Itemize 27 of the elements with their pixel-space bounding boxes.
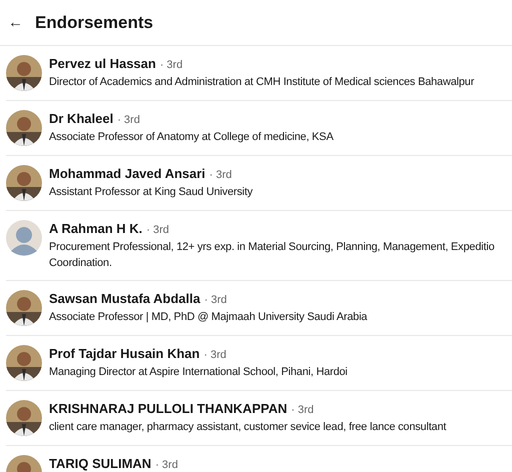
- person-name[interactable]: A Rahman H K.: [49, 220, 142, 237]
- connection-degree: · 3rd: [204, 348, 226, 363]
- headline-text: Director of Academics and Administration at CMH Institute of Medical sciences Bahawalpur: [49, 75, 474, 90]
- person-name[interactable]: Dr Khaleel: [49, 110, 114, 127]
- connection-degree: · 3rd: [146, 223, 170, 238]
- headline-text: client care manager, pharmacy assistant, customer sevice lead, free lance consultant: [49, 420, 446, 435]
- connection-degree: · 3rd: [160, 58, 183, 73]
- person-name[interactable]: Mohammad Javed Ansari: [49, 165, 206, 182]
- connection-degree: · 3rd: [209, 168, 232, 183]
- person-name[interactable]: Pervez ul Hassan: [49, 55, 156, 72]
- person-name[interactable]: Prof Tajdar Husain Khan: [49, 345, 200, 362]
- avatar-icon: [6, 220, 42, 256]
- headline-text: Associate Professor of Anatomy at College of medicine, KSA: [49, 130, 334, 145]
- headline-text: Associate Professor | MD, PhD @ Majmaah University Saudi Arabia: [49, 310, 368, 325]
- connection-degree: · 3rd: [291, 403, 314, 418]
- page-title: Endorsements: [35, 12, 154, 34]
- connection-degree: · 3rd: [155, 458, 178, 472]
- person-name[interactable]: KRISHNARAJ PULLOLI THANKAPPAN: [49, 400, 288, 417]
- person-name[interactable]: TARIQ SULIMAN: [49, 455, 152, 472]
- back-button[interactable]: ←: [8, 15, 23, 30]
- connection-degree: · 3rd: [204, 293, 227, 308]
- person-name[interactable]: Sawsan Mustafa Abdalla: [49, 290, 200, 307]
- headline-text: Procurement Professional, 12+ yrs exp. in Material Sourcing, Planning, Management, Expeditio: [49, 240, 494, 255]
- headline-text: Assistant Professor at King Saud University: [49, 185, 253, 200]
- connection-degree: · 3rd: [117, 113, 140, 128]
- headline-text: Coordination.: [49, 256, 113, 271]
- headline-text: Managing Director at Aspire International School, Pihani, Hardoi: [49, 365, 348, 380]
